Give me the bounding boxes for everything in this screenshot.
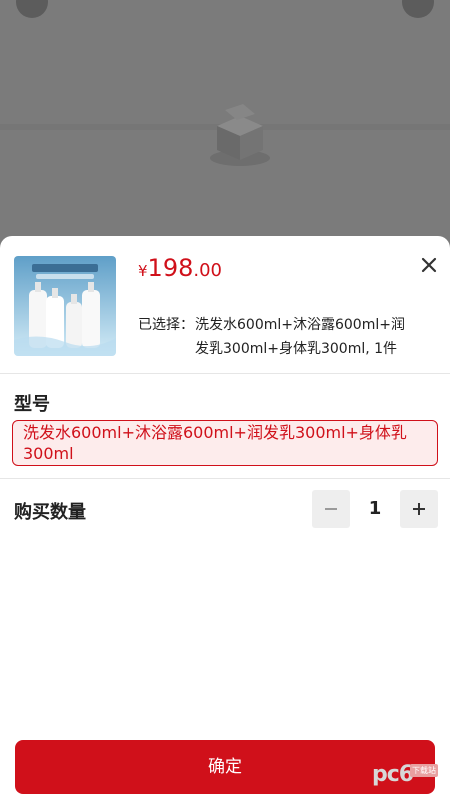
price: ¥198.00 [138,254,222,282]
watermark-text: pc6 [372,762,414,787]
back-button[interactable] [16,0,48,18]
model-option-chip[interactable]: 洗发水600ml+沐浴露600ml+润发乳300ml+身体乳300ml [12,420,438,466]
product-bottles-image [14,256,116,356]
selected-value: 洗发水600ml+沐浴露600ml+润发乳300ml+身体乳300ml, 1件 [195,317,405,357]
empty-box-icon [210,104,270,166]
watermark: pc6 下载站 [372,762,442,792]
close-icon [421,257,437,273]
minus-icon [325,508,337,510]
quantity-increase-button[interactable] [400,490,438,528]
price-integer: 198 [147,254,194,282]
price-currency: ¥ [138,262,148,280]
plus-icon [413,503,425,515]
more-button[interactable] [402,0,434,18]
close-button[interactable] [416,252,442,278]
watermark-subtext: 下载站 [410,764,438,777]
selected-label: 已选择： [138,317,194,333]
price-decimal: .00 [193,260,222,281]
background-page [0,0,450,240]
quantity-decrease-button[interactable] [312,490,350,528]
divider [0,478,450,479]
product-thumbnail [14,256,116,356]
quantity-title: 购买数量 [14,502,86,523]
quantity-value[interactable]: 1 [350,490,400,528]
divider [0,373,450,374]
sku-selector-sheet: ¥198.00 已选择： 洗发水600ml+沐浴露600ml+润发乳300ml+… [0,236,450,800]
model-title: 型号 [14,394,50,415]
